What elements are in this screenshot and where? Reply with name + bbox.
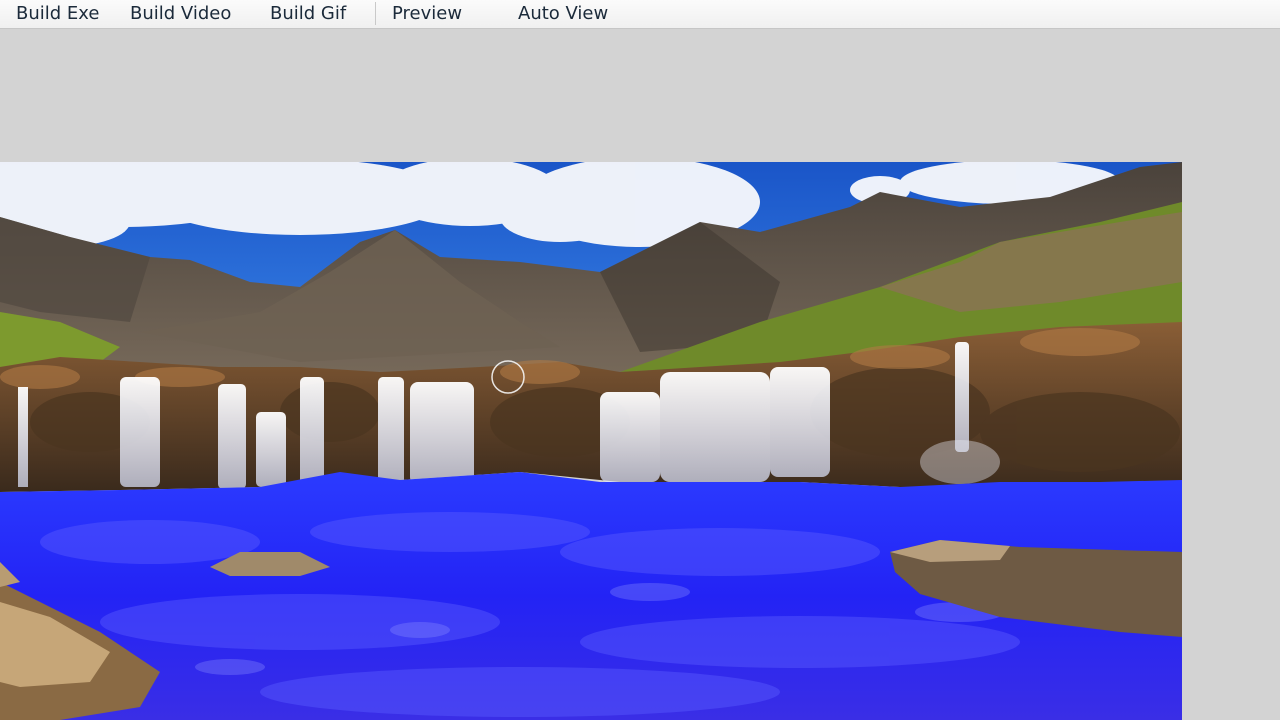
- canvas-image[interactable]: [0, 162, 1182, 720]
- preview-button[interactable]: Preview: [392, 0, 462, 28]
- build-video-button[interactable]: Build Video: [130, 0, 231, 28]
- toolbar-separator: [375, 2, 376, 25]
- toolbar: Build Exe Build Video Build Gif Preview …: [0, 0, 1280, 29]
- build-exe-button[interactable]: Build Exe: [16, 0, 99, 28]
- auto-view-button[interactable]: Auto View: [518, 0, 608, 28]
- build-gif-button[interactable]: Build Gif: [270, 0, 346, 28]
